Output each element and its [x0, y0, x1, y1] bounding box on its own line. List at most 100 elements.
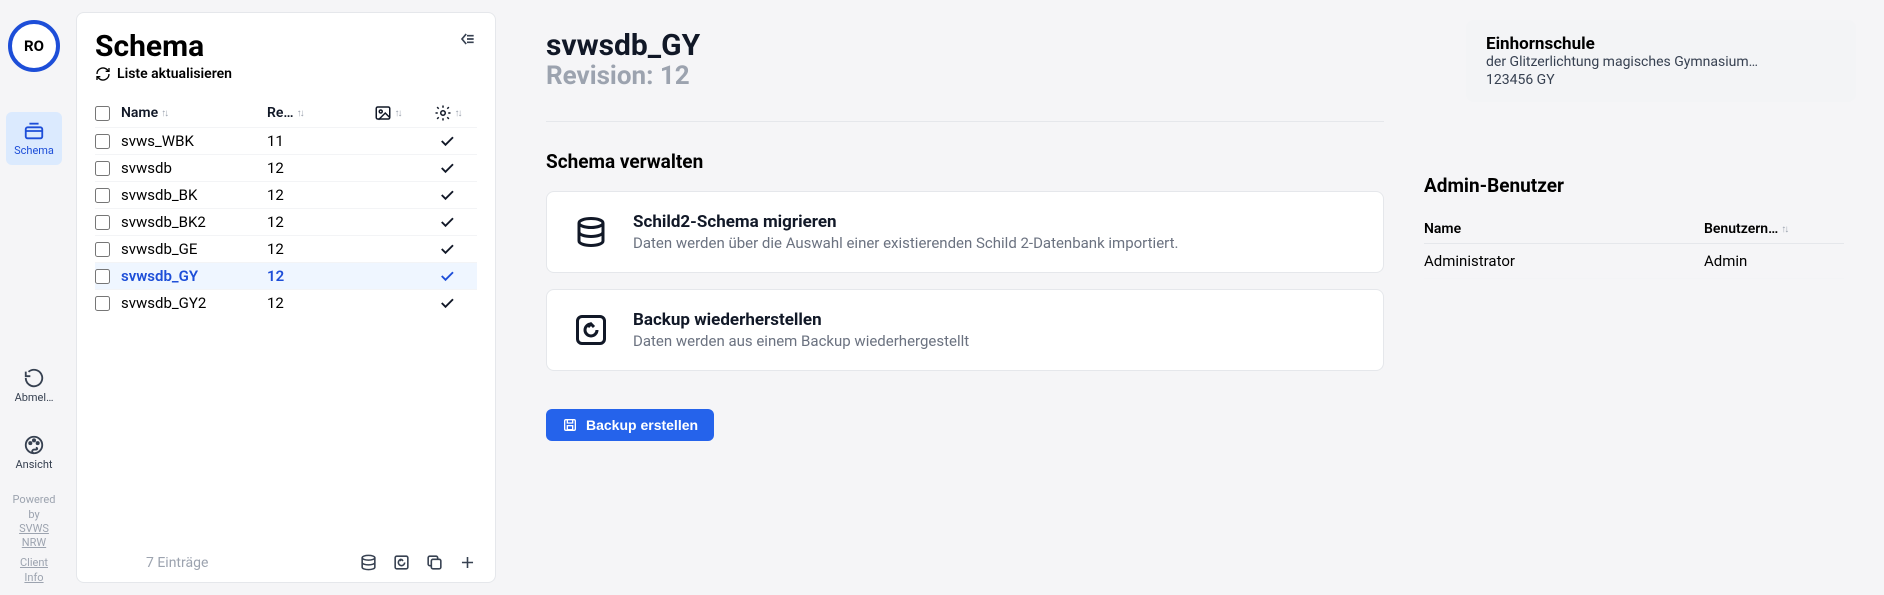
refresh-label: Liste aktualisieren: [117, 66, 232, 82]
row-checkbox[interactable]: [95, 296, 110, 311]
admin-row-user: Admin: [1704, 252, 1844, 270]
row-checkbox[interactable]: [95, 215, 110, 230]
refresh-icon: [95, 66, 111, 82]
row-checkbox[interactable]: [95, 188, 110, 203]
select-all-checkbox[interactable]: [95, 106, 110, 121]
table-row[interactable]: svwsdb_BK2 12: [95, 208, 477, 235]
col-config-header[interactable]: ↑↓: [417, 104, 477, 122]
schema-icon: [23, 120, 45, 142]
table-row[interactable]: svwsdb_BK 12: [95, 181, 477, 208]
powered-nrw-link[interactable]: NRW: [22, 536, 46, 549]
card-migrate-desc: Daten werden über die Auswahl einer exis…: [633, 234, 1178, 252]
table-row[interactable]: svws_WBK 11: [95, 127, 477, 154]
nav-schema-label: Schema: [14, 144, 54, 157]
card-migrate[interactable]: Schild2-Schema migrieren Daten werden üb…: [546, 191, 1384, 273]
restore-icon: [573, 312, 609, 348]
image-icon: [374, 104, 392, 122]
col-name-header[interactable]: Name↑↓: [121, 105, 267, 121]
nav-logout-label: Abmel…: [15, 391, 54, 404]
table-row[interactable]: svwsdb_GE 12: [95, 235, 477, 262]
panel-title: Schema: [95, 29, 232, 64]
row-checkbox[interactable]: [95, 269, 110, 284]
avatar[interactable]: RO: [8, 20, 60, 72]
logout-icon: [23, 367, 45, 389]
card-restore-desc: Daten werden aus einem Backup wiederherg…: [633, 332, 969, 350]
table-header: Name↑↓ Re…↑↓ ↑↓ ↑↓: [95, 100, 477, 127]
row-name: svwsdb: [121, 159, 267, 177]
client-info-link[interactable]: Client: [20, 556, 48, 569]
col-image-header[interactable]: ↑↓: [357, 104, 417, 122]
row-checkbox[interactable]: [95, 242, 110, 257]
row-revision: 12: [267, 159, 357, 177]
admin-users-panel: Admin-Benutzer Name Benutzern…↑↓ Adminis…: [1424, 174, 1844, 575]
restore-action-icon[interactable]: [392, 553, 411, 572]
card-restore[interactable]: Backup wiederherstellen Daten werden aus…: [546, 289, 1384, 371]
admin-row[interactable]: AdministratorAdmin: [1424, 244, 1844, 279]
row-name: svws_WBK: [121, 132, 267, 150]
card-restore-title: Backup wiederherstellen: [633, 310, 969, 330]
row-name: svwsdb_GE: [121, 240, 267, 258]
powered-by: Poweredby SVWS NRW Client Info: [13, 493, 56, 585]
check-icon: [438, 240, 456, 258]
nav-view[interactable]: Ansicht: [6, 426, 62, 479]
school-name: Einhornschule: [1486, 34, 1836, 54]
table-row[interactable]: svwsdb_GY 12: [95, 262, 477, 289]
divider: [546, 121, 1384, 122]
row-checkbox[interactable]: [95, 134, 110, 149]
avatar-initials: RO: [24, 37, 44, 55]
school-code: 123456 GY: [1486, 72, 1836, 88]
nav-logout[interactable]: Abmel…: [6, 359, 62, 412]
admin-table-header: Name Benutzern…↑↓: [1424, 215, 1844, 244]
database-icon: [573, 214, 609, 250]
card-migrate-title: Schild2-Schema migrieren: [633, 212, 1178, 232]
detail-revision: Revision: 12: [546, 61, 1384, 91]
client-info-link2[interactable]: Info: [24, 571, 43, 584]
row-revision: 12: [267, 186, 357, 204]
admin-title: Admin-Benutzer: [1424, 174, 1844, 197]
powered-svws-link[interactable]: SVWS: [19, 522, 49, 535]
row-revision: 12: [267, 213, 357, 231]
check-icon: [438, 267, 456, 285]
row-revision: 12: [267, 294, 357, 312]
admin-row-name: Administrator: [1424, 252, 1704, 270]
table-footer: 7 Einträge: [95, 545, 477, 572]
save-icon: [562, 417, 578, 433]
row-revision: 11: [267, 132, 357, 150]
nav-view-label: Ansicht: [15, 458, 52, 471]
table-body: svws_WBK 11 svwsdb 12 svwsdb_BK 12 svwsd…: [95, 127, 477, 316]
table-row[interactable]: svwsdb_GY2 12: [95, 289, 477, 316]
school-subtitle: der Glitzerlichtung magisches Gymnasium…: [1486, 54, 1836, 70]
detail-title: svwsdb_GY: [546, 28, 1384, 63]
row-revision: 12: [267, 240, 357, 258]
col-rev-header[interactable]: Re…↑↓: [267, 105, 357, 121]
schema-panel: Schema Liste aktualisieren Name↑↓ Re…↑↓ …: [76, 12, 496, 583]
copy-action-icon[interactable]: [425, 553, 444, 572]
table-row[interactable]: svwsdb 12: [95, 154, 477, 181]
row-name: svwsdb_BK: [121, 186, 267, 204]
refresh-list-button[interactable]: Liste aktualisieren: [95, 66, 232, 82]
palette-icon: [23, 434, 45, 456]
nav-schema[interactable]: Schema: [6, 112, 62, 165]
app-sidebar: RO Schema Abmel… Ansicht Poweredby SVWS …: [0, 0, 68, 595]
check-icon: [438, 213, 456, 231]
create-backup-button[interactable]: Backup erstellen: [546, 409, 714, 441]
check-icon: [438, 186, 456, 204]
gear-icon: [434, 104, 452, 122]
row-name: svwsdb_GY2: [121, 294, 267, 312]
school-info-box: Einhornschule der Glitzerlichtung magisc…: [1466, 20, 1856, 102]
check-icon: [438, 294, 456, 312]
admin-col-user[interactable]: Benutzern…↑↓: [1704, 221, 1844, 237]
row-name: svwsdb_GY: [121, 267, 267, 285]
add-action-icon[interactable]: [458, 553, 477, 572]
row-name: svwsdb_BK2: [121, 213, 267, 231]
check-icon: [438, 132, 456, 150]
section-manage-title: Schema verwalten: [546, 150, 1384, 173]
check-icon: [438, 159, 456, 177]
db-action-icon[interactable]: [359, 553, 378, 572]
admin-col-name[interactable]: Name: [1424, 221, 1704, 237]
row-revision: 12: [267, 267, 357, 285]
row-count: 7 Einträge: [146, 555, 349, 571]
create-backup-label: Backup erstellen: [586, 417, 698, 433]
collapse-panel-icon[interactable]: [457, 29, 477, 49]
row-checkbox[interactable]: [95, 161, 110, 176]
